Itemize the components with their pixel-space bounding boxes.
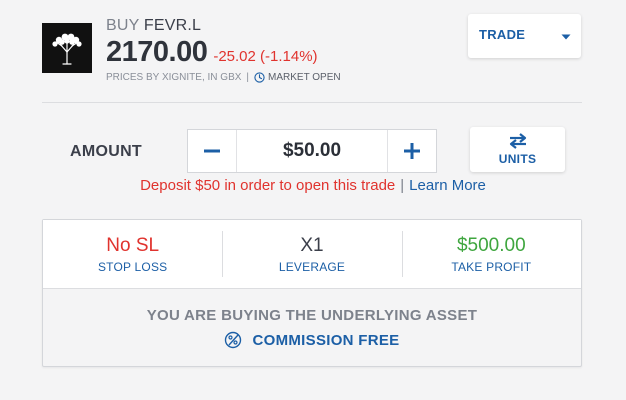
underlying-asset-notice: YOU ARE BUYING THE UNDERLYING ASSET — [146, 307, 478, 324]
swap-arrows-icon — [509, 133, 526, 149]
market-status-label: MARKET OPEN — [268, 72, 341, 83]
price-meta: PRICES BY XIGNITE, IN GBX | MARKET OPEN — [106, 72, 341, 83]
trade-type-label: TRADE — [479, 26, 526, 42]
price-change: -25.02 (-1.14%) — [213, 48, 318, 65]
stop-loss-setting[interactable]: No SL STOP LOSS — [43, 220, 222, 288]
commission-free-badge: COMMISSION FREE — [43, 331, 581, 349]
market-status: MARKET OPEN — [254, 72, 341, 83]
tree-logo-icon — [52, 33, 82, 65]
current-price: 2170.00 — [106, 36, 208, 68]
meta-separator: | — [246, 72, 250, 83]
take-profit-caption: TAKE PROFIT — [451, 259, 532, 274]
decrease-amount-button[interactable] — [188, 130, 237, 172]
deposit-notice: Deposit $50 in order to open this trade |… — [0, 177, 626, 194]
minus-icon — [204, 149, 220, 153]
increase-amount-button[interactable] — [387, 130, 436, 172]
learn-more-link[interactable]: Learn More — [409, 177, 486, 194]
plus-icon — [404, 143, 420, 159]
instrument-logo — [42, 23, 92, 73]
units-toggle-button[interactable]: UNITS — [470, 127, 565, 172]
leverage-setting[interactable]: X1 LEVERAGE — [222, 220, 401, 288]
action-label: BUY — [106, 17, 140, 34]
trade-type-dropdown[interactable]: TRADE — [468, 14, 581, 58]
leverage-caption: LEVERAGE — [278, 259, 346, 274]
order-parameters: No SL STOP LOSS X1 LEVERAGE $500.00 TAKE… — [43, 220, 581, 289]
amount-label: AMOUNT — [70, 143, 143, 160]
leverage-value: X1 — [300, 234, 324, 256]
ticker-symbol: FEVR.L — [143, 17, 202, 34]
commission-free-label: COMMISSION FREE — [252, 331, 400, 349]
stop-loss-value: No SL — [106, 234, 160, 256]
deposit-separator: | — [400, 177, 405, 194]
caret-down-icon — [561, 27, 571, 45]
clock-icon — [254, 72, 265, 83]
deposit-message: Deposit $50 in order to open this trade — [140, 177, 396, 194]
stop-loss-caption: STOP LOSS — [97, 259, 168, 274]
action-ticker-line: BUY FEVR.L — [106, 17, 341, 35]
price-line: 2170.00 -25.02 (-1.14%) — [106, 36, 341, 69]
order-summary-card: No SL STOP LOSS X1 LEVERAGE $500.00 TAKE… — [42, 219, 582, 367]
amount-stepper: $50.00 — [187, 129, 437, 173]
percent-badge-icon — [224, 331, 242, 349]
units-label: UNITS — [498, 152, 537, 166]
prices-by-label: PRICES BY XIGNITE, IN GBX — [106, 72, 242, 83]
header-divider — [42, 102, 582, 103]
take-profit-setting[interactable]: $500.00 TAKE PROFIT — [401, 220, 581, 288]
take-profit-value: $500.00 — [456, 234, 526, 256]
amount-input[interactable]: $50.00 — [237, 130, 387, 172]
instrument-header: BUY FEVR.L 2170.00 -25.02 (-1.14%) PRICE… — [106, 17, 341, 83]
